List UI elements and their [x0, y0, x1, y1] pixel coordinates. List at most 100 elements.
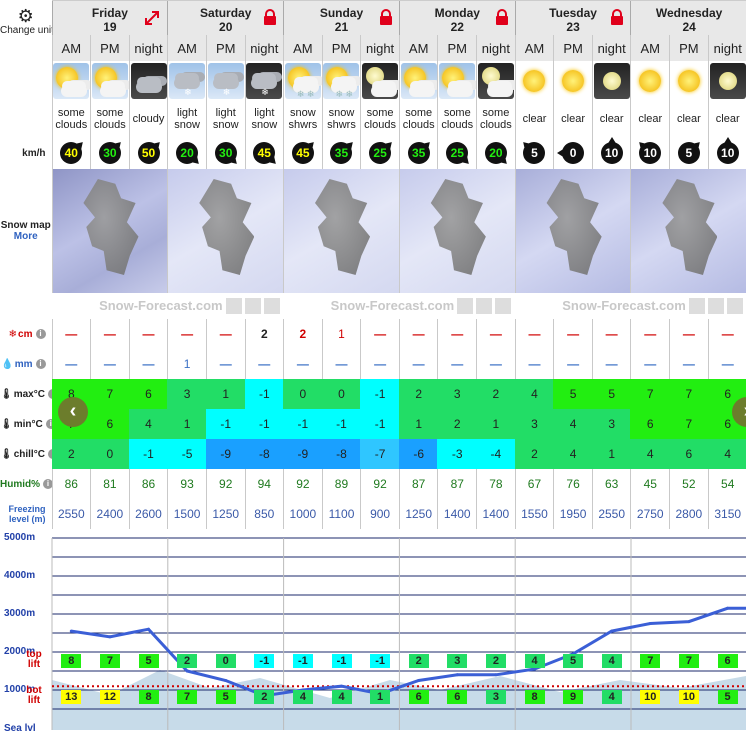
- wind-speed: 45: [257, 146, 271, 160]
- freezing-point: [455, 673, 459, 677]
- chill-label: 🌡chill°Ci: [0, 439, 52, 469]
- map-refresh-icon[interactable]: [476, 298, 493, 315]
- min-cell: -1: [283, 409, 323, 439]
- info-icon[interactable]: i: [35, 328, 46, 339]
- scotland-map-shape: [546, 179, 602, 275]
- humidity-label: Humid% i: [0, 469, 52, 499]
- snow-map-saturday[interactable]: [167, 169, 284, 293]
- min-cell: 6: [630, 409, 670, 439]
- wind-speed: 0: [569, 146, 577, 160]
- top-lift-temp: 2: [177, 654, 198, 668]
- chill-row: 🌡chill°Ci20-1-5-9-8-9-8-7-6-3-4241464: [0, 439, 746, 469]
- top-lift-temp: 7: [640, 654, 661, 668]
- min-cell: 1: [476, 409, 516, 439]
- snow-map-wednesday[interactable]: [630, 169, 746, 293]
- wind-arrow-icon: 30: [214, 142, 241, 168]
- min-cell: -1: [321, 409, 361, 439]
- map-cursor-icon[interactable]: [225, 298, 242, 315]
- lock-icon[interactable]: [610, 9, 624, 25]
- day-header-wednesday: Wednesday 24: [630, 0, 746, 35]
- snow-map-friday[interactable]: [51, 169, 168, 293]
- expand-arrows-icon[interactable]: [143, 9, 161, 27]
- wind-cell: 10: [707, 137, 746, 169]
- time-of-day-cell: night: [591, 35, 631, 61]
- time-of-day-cell: night: [360, 35, 400, 61]
- snow-map-sunday[interactable]: [283, 169, 400, 293]
- change-units-button[interactable]: ⚙Change units: [0, 0, 52, 61]
- map-settings-icon[interactable]: [263, 298, 280, 315]
- map-refresh-icon[interactable]: [244, 298, 261, 315]
- freezing-point: [224, 679, 228, 682]
- day-header-monday: Monday 22: [398, 0, 516, 35]
- y-tick-label: 3000m: [4, 608, 36, 619]
- snow-cell: —: [90, 319, 130, 349]
- freezing-cell: 1250: [205, 499, 245, 529]
- snow-map-image: [400, 169, 515, 293]
- max-cell: 0: [283, 379, 323, 409]
- snow-map-monday[interactable]: [398, 169, 516, 293]
- freezing-point: [185, 669, 189, 673]
- info-icon[interactable]: i: [47, 388, 52, 399]
- freezing-cell: 2400: [90, 499, 130, 529]
- prev-arrow-icon[interactable]: ‹: [58, 397, 88, 427]
- min-cell: 1: [398, 409, 438, 439]
- lock-icon[interactable]: [379, 9, 393, 25]
- snow-cloud-icon: ❄: [169, 63, 206, 99]
- thermometer-icon: 🌡: [0, 448, 13, 460]
- top-lift-temp: 2: [485, 654, 506, 668]
- freezing-cell: 850: [244, 499, 284, 529]
- wind-arrow-icon: 50: [137, 138, 164, 164]
- snow-map-more-link[interactable]: More: [0, 231, 52, 242]
- min-row: 🌡min°Ci7641-1-1-1-1-1121343676: [0, 409, 746, 439]
- night-snow-icon: ❄: [246, 63, 283, 99]
- wind-speed: 45: [296, 146, 310, 160]
- chill-label-text: chill°C: [13, 448, 45, 460]
- snow-cell: —: [707, 319, 746, 349]
- rain-cell: —: [591, 349, 631, 379]
- weather-desc: light snow: [205, 101, 245, 137]
- bot-lift-temp: 4: [292, 690, 313, 704]
- weather-desc: clear: [591, 101, 631, 137]
- min-cell: 4: [553, 409, 593, 439]
- weather-icon-row: ❄ ❄ ❄ ❄ ❄ ❄ ❄: [0, 61, 746, 101]
- weather-desc: some clouds: [476, 101, 516, 137]
- info-icon[interactable]: i: [45, 418, 52, 429]
- top-lift-temp: -1: [254, 654, 275, 668]
- snow-map-row: Snow map More: [0, 169, 746, 293]
- weather-cell: [398, 61, 438, 101]
- sun-cloud-icon: [91, 63, 128, 99]
- humidity-cell: 87: [437, 469, 477, 499]
- snow-map-tuesday[interactable]: [514, 169, 631, 293]
- map-cursor-icon[interactable]: [688, 298, 705, 315]
- weather-desc: cloudy: [128, 101, 168, 137]
- day-name: Wednesday: [655, 5, 723, 20]
- wind-speed: 35: [334, 146, 349, 160]
- humidity-label-text: Humid%: [0, 478, 40, 490]
- time-of-day-cell: AM: [51, 35, 91, 61]
- max-row: 🌡max°Ci87631-100-1232455776: [0, 379, 746, 409]
- info-icon[interactable]: i: [47, 448, 52, 459]
- map-refresh-icon[interactable]: [707, 298, 724, 315]
- chill-cell: -3: [437, 439, 477, 469]
- lock-icon[interactable]: [263, 9, 277, 25]
- map-settings-icon[interactable]: [726, 298, 743, 315]
- time-of-day-cell: AM: [398, 35, 438, 61]
- bot-lift-temp: 10: [640, 690, 661, 704]
- info-icon[interactable]: i: [35, 358, 46, 369]
- info-icon[interactable]: i: [43, 478, 52, 489]
- humidity-cell: 92: [360, 469, 400, 499]
- weather-cell: ❄: [244, 61, 284, 101]
- bot-lift-temp: 5: [717, 690, 738, 704]
- bot-lift-temp: 10: [678, 690, 699, 704]
- y-tick-label: 5000m: [4, 532, 36, 543]
- time-of-day-row: AM PM night AM PM night AM PM night AM PM night AM PM…: [0, 35, 746, 61]
- bot-lift-temp: 9: [563, 690, 584, 704]
- chill-cell: -6: [398, 439, 438, 469]
- map-settings-icon[interactable]: [495, 298, 512, 315]
- wind-row: km/h 40 30 50 20 30 45 45 35 25 35 25 20 5 0 10 10 5 10: [0, 137, 746, 169]
- map-cursor-icon[interactable]: [457, 298, 474, 315]
- min-cell: -1: [205, 409, 245, 439]
- freezing-point: [648, 622, 652, 625]
- lock-icon[interactable]: [495, 9, 509, 25]
- humidity-cell: 92: [205, 469, 245, 499]
